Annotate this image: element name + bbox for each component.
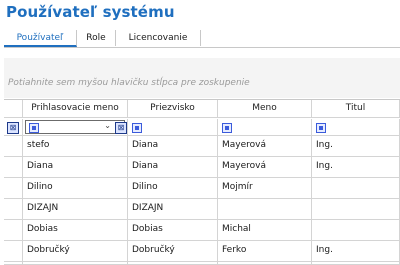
tab-bar: Používateľ Role Licencovanie [4, 30, 400, 48]
tab-licencovanie[interactable]: Licencovanie [116, 30, 201, 46]
filter-operator-icon[interactable] [29, 123, 39, 133]
cell-login[interactable]: stefo [23, 136, 128, 157]
cell-surname[interactable]: DIZAJN [128, 199, 218, 220]
column-header-login[interactable]: Prihlasovacie meno [23, 100, 128, 118]
filter-clear-icon[interactable]: ⊠ [7, 122, 19, 134]
cell-name[interactable]: Mayerová [218, 136, 312, 157]
cell-surname[interactable]: Dobručký [128, 241, 218, 262]
cell-surname[interactable]: Dilino [128, 178, 218, 199]
tab-pouzivatel[interactable]: Používateľ [4, 30, 77, 47]
row-indicator-header [4, 100, 23, 118]
filter-operator-icon[interactable] [132, 123, 142, 133]
row-indicator [4, 241, 23, 262]
row-indicator [4, 178, 23, 199]
column-header-title[interactable]: Titul [312, 100, 400, 118]
cell-login[interactable]: Dobias [23, 220, 128, 241]
filter-cell-name [218, 119, 312, 136]
row-indicator [4, 136, 23, 157]
group-by-area[interactable]: Potiahnite sem myšou hlavičku stĺpca pre… [4, 58, 400, 98]
cell-login[interactable]: DIZAJN [23, 199, 128, 220]
cell-surname[interactable]: Diana [128, 136, 218, 157]
cell-surname[interactable]: Diana [128, 157, 218, 178]
cell-login[interactable]: Dobručký [23, 241, 128, 262]
cell-login[interactable]: Diana [23, 157, 128, 178]
column-header-surname[interactable]: Priezvisko [128, 100, 218, 118]
group-by-hint: Potiahnite sem myšou hlavičku stĺpca pre… [8, 78, 250, 88]
chevron-down-icon[interactable]: ⌄ [104, 121, 111, 130]
cell-title[interactable]: Ing. [312, 241, 400, 262]
cell-name[interactable]: Mayerová [218, 157, 312, 178]
filter-cell-login: ⌄ ⊠ [23, 119, 128, 136]
cell-title[interactable] [312, 178, 400, 199]
column-header-name[interactable]: Meno [218, 100, 312, 118]
cell-title[interactable] [312, 220, 400, 241]
filter-cell-surname [128, 119, 218, 136]
cell-title[interactable] [312, 199, 400, 220]
cell-surname[interactable]: Dobias [128, 220, 218, 241]
filter-row-indicator: ⊠ [4, 119, 23, 136]
page-title: Používateľ systému [6, 3, 175, 21]
cell-title[interactable]: Ing. [312, 157, 400, 178]
cell-name[interactable]: Ferko [218, 241, 312, 262]
users-grid: Prihlasovacie meno Priezvisko Meno Titul… [4, 99, 400, 265]
cell-login[interactable]: Dilino [23, 178, 128, 199]
row-indicator [4, 157, 23, 178]
filter-operator-icon[interactable] [316, 123, 326, 133]
cell-name[interactable]: Mojmír [218, 178, 312, 199]
cell-title[interactable]: Ing. [312, 136, 400, 157]
row-indicator [4, 220, 23, 241]
cell-name[interactable]: Michal [218, 220, 312, 241]
cell-name[interactable] [218, 199, 312, 220]
tab-role[interactable]: Role [77, 30, 116, 46]
filter-operator-icon[interactable] [222, 123, 232, 133]
filter-cell-title [312, 119, 400, 136]
row-indicator [4, 199, 23, 220]
filter-clear-icon[interactable]: ⊠ [115, 122, 127, 134]
